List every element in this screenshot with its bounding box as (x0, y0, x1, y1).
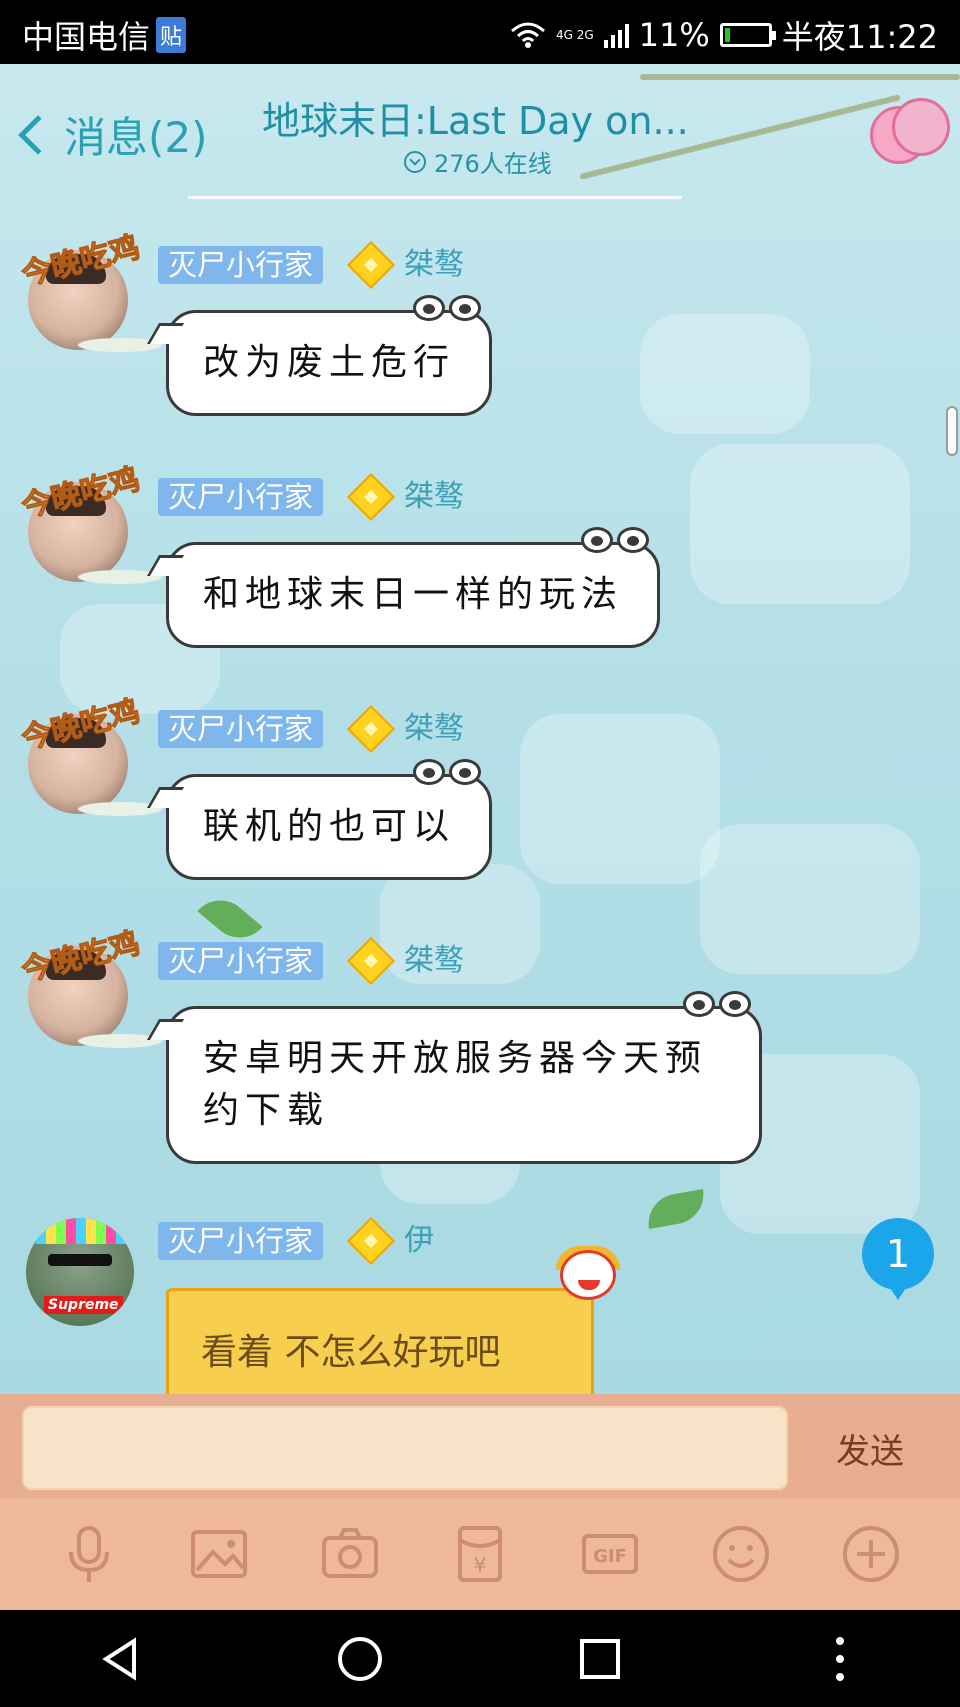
back-icon[interactable] (90, 1629, 150, 1689)
lion-dance-icon (556, 1246, 620, 1306)
sender-name[interactable]: 桀骜 (404, 710, 464, 748)
plus-icon[interactable] (839, 1522, 903, 1586)
member-title-badge: 灭尸小行家 (158, 942, 324, 980)
more-icon[interactable] (810, 1629, 870, 1689)
carrier: 中国电信 贴 (22, 12, 187, 58)
carrier-name: 中国电信 (22, 18, 151, 56)
message-text: 联机的也可以 (203, 806, 456, 847)
message-bubble[interactable]: 安卓明天开放服务器今天预约下载 (166, 991, 762, 1164)
member-title-badge: 灭尸小行家 (158, 710, 324, 748)
home-icon[interactable] (330, 1629, 390, 1689)
image-icon[interactable] (187, 1522, 251, 1586)
gif-label: GIF (593, 1546, 627, 1567)
gif-icon[interactable]: GIF (578, 1522, 642, 1586)
toolbar: ¥ GIF (0, 1498, 960, 1610)
wifi-icon (510, 22, 545, 48)
chevron-down-icon (404, 150, 426, 173)
member-title-badge: 灭尸小行家 (158, 246, 324, 284)
message-text: 和地球末日一样的玩法 (203, 574, 624, 615)
status-bar: 中国电信 贴 4G 2G 11% 半夜11:22 (0, 0, 960, 64)
message-bubble[interactable]: 改为废土危行 (166, 295, 493, 416)
sender-name[interactable]: 桀骜 (404, 942, 464, 980)
recents-icon[interactable] (570, 1629, 630, 1689)
signal-icon (603, 22, 629, 48)
avatar[interactable]: 今晚吃鸡 (18, 925, 162, 1050)
message-row: 今晚吃鸡 灭尸小行家 桀骜 改为废土危行 (0, 229, 960, 436)
online-count[interactable]: 276人在线 (404, 144, 552, 179)
sunglasses-icon (48, 1254, 112, 1266)
member-title-badge: 灭尸小行家 (158, 478, 324, 516)
message-bubble[interactable]: 和地球末日一样的玩法 (166, 527, 661, 648)
message-row: 今晚吃鸡 灭尸小行家 桀骜 联机的也可以 (0, 693, 960, 900)
chat-area[interactable]: 消息(2) 地球末日:Last Day on... 276人在线 今晚吃鸡 灭尸… (0, 64, 960, 1394)
red-packet-label: ¥ (474, 1553, 487, 1577)
message-row: 今晚吃鸡 灭尸小行家 桀骜 安卓明天开放服务器今天预约下载 (0, 925, 960, 1192)
bubble-eyes-icon (413, 295, 483, 329)
network-type: 4G 2G (555, 27, 594, 42)
back-chevron-icon (18, 114, 58, 155)
system-nav-bar (0, 1610, 960, 1707)
level-diamond-icon (346, 704, 396, 754)
emoji-icon[interactable] (709, 1522, 773, 1586)
level-diamond-icon (346, 936, 396, 986)
avatar-photo: Supreme (26, 1218, 134, 1326)
avatar[interactable]: Supreme (20, 1212, 138, 1330)
message-text: 看着 不怎么好玩吧 (201, 1332, 501, 1373)
bubble-eyes-icon (413, 759, 483, 793)
message-bubble[interactable]: 看着 不怎么好玩吧 (166, 1288, 594, 1394)
send-button[interactable]: 发送 (836, 1424, 904, 1473)
microphone-icon[interactable] (57, 1522, 121, 1586)
group-avatar[interactable] (870, 98, 950, 168)
branch-decoration (640, 74, 960, 80)
mascot-face (892, 98, 950, 156)
sender-name[interactable]: 伊 (404, 1222, 434, 1260)
message-text: 安卓明天开放服务器今天预约下载 (203, 1038, 708, 1131)
group-title[interactable]: 地球末日:Last Day on... (262, 90, 702, 145)
status-right: 4G 2G 11% 半夜11:22 (510, 12, 938, 58)
avatar-brand: Supreme (44, 1296, 123, 1314)
avatar[interactable]: 今晚吃鸡 (18, 693, 162, 818)
message-bubble[interactable]: 联机的也可以 (166, 759, 493, 880)
bubble-eyes-icon (683, 991, 753, 1025)
camera-icon[interactable] (318, 1522, 382, 1586)
back-label: 消息(2) (64, 113, 208, 162)
bubble-eyes-icon (581, 527, 651, 561)
level-diamond-icon (346, 240, 396, 290)
sender-name[interactable]: 桀骜 (404, 478, 464, 516)
carrier-badge: 贴 (156, 17, 187, 53)
avatar[interactable]: 今晚吃鸡 (18, 229, 162, 354)
message-input[interactable] (22, 1406, 788, 1490)
battery-percent: 11% (638, 16, 710, 54)
unread-badge[interactable]: 1 (862, 1218, 934, 1300)
sender-name[interactable]: 桀骜 (404, 246, 464, 284)
header-divider (188, 196, 682, 199)
message-text: 改为废土危行 (203, 342, 456, 383)
message-row: 今晚吃鸡 灭尸小行家 桀骜 和地球末日一样的玩法 (0, 461, 960, 668)
level-diamond-icon (346, 1216, 396, 1266)
clock: 半夜11:22 (781, 18, 938, 56)
back-button[interactable]: 消息(2) (10, 104, 208, 165)
scrollbar-thumb[interactable] (946, 406, 958, 456)
input-bar: 发送 (0, 1394, 960, 1498)
member-title-badge: 灭尸小行家 (158, 1222, 324, 1260)
message-row: Supreme 灭尸小行家 伊 看着 不怎么好玩吧 (0, 1212, 960, 1394)
avatar[interactable]: 今晚吃鸡 (18, 461, 162, 586)
battery-icon (719, 23, 776, 47)
red-packet-icon[interactable]: ¥ (448, 1522, 512, 1586)
online-label: 276人在线 (434, 150, 552, 178)
level-diamond-icon (346, 472, 396, 522)
